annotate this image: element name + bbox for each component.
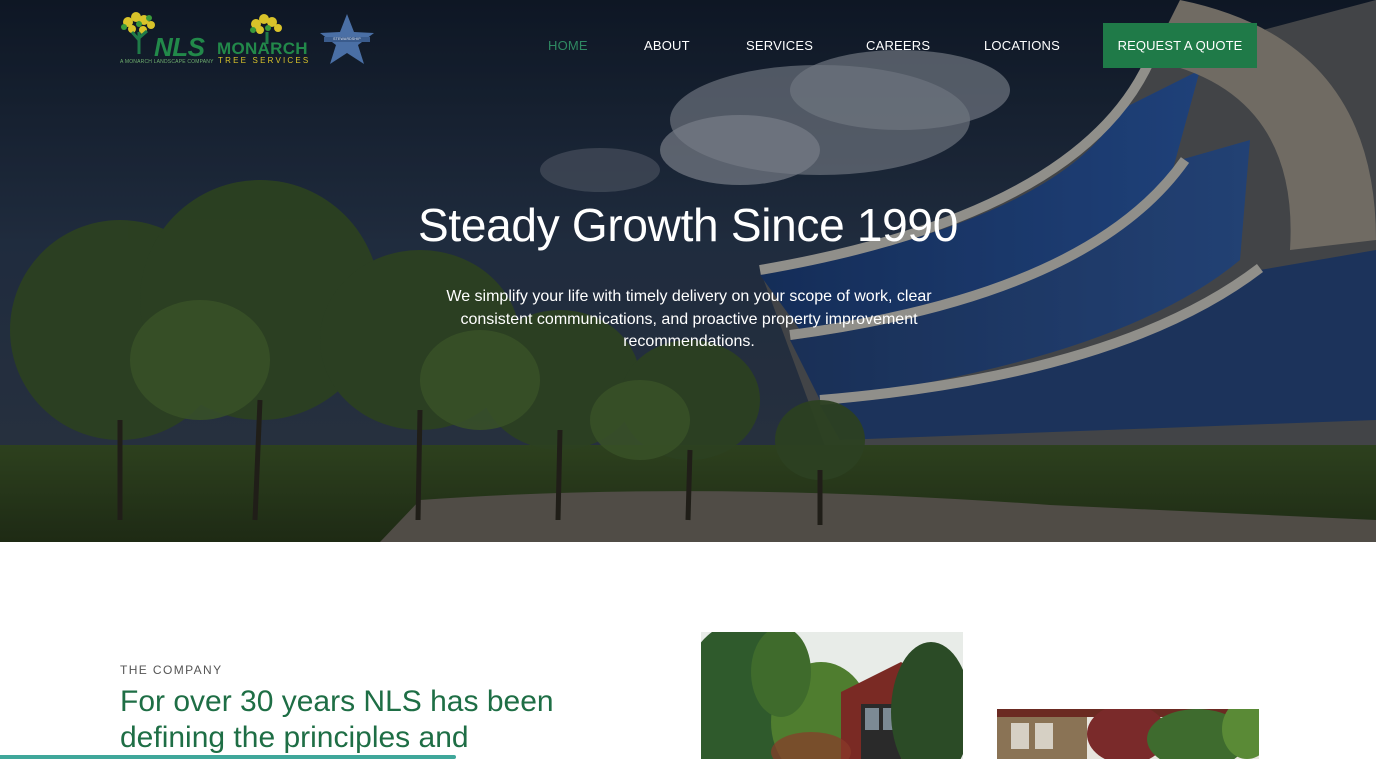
nav-careers[interactable]: CAREERS bbox=[866, 38, 930, 53]
main-nav: HOME ABOUT SERVICES CAREERS LOCATIONS RE… bbox=[0, 0, 1376, 90]
nav-services[interactable]: SERVICES bbox=[746, 38, 813, 53]
nav-locations[interactable]: LOCATIONS bbox=[984, 38, 1060, 53]
nav-about[interactable]: ABOUT bbox=[644, 38, 690, 53]
request-quote-button[interactable]: REQUEST A QUOTE bbox=[1103, 23, 1257, 68]
company-heading: For over 30 years NLS has been defining … bbox=[120, 685, 554, 754]
company-photo-house bbox=[701, 632, 963, 759]
nav-home[interactable]: HOME bbox=[548, 38, 588, 53]
company-photo-yard bbox=[997, 709, 1259, 759]
section-eyebrow: THE COMPANY bbox=[120, 663, 223, 677]
hero-subtitle: We simplify your life with timely delive… bbox=[446, 288, 932, 350]
scroll-progress-bar bbox=[0, 755, 456, 759]
hero-banner: NLS A MONARCH LANDSCAPE COMPANY MONARCH … bbox=[0, 0, 1376, 542]
hero-title: Steady Growth Since 1990 bbox=[417, 199, 959, 251]
